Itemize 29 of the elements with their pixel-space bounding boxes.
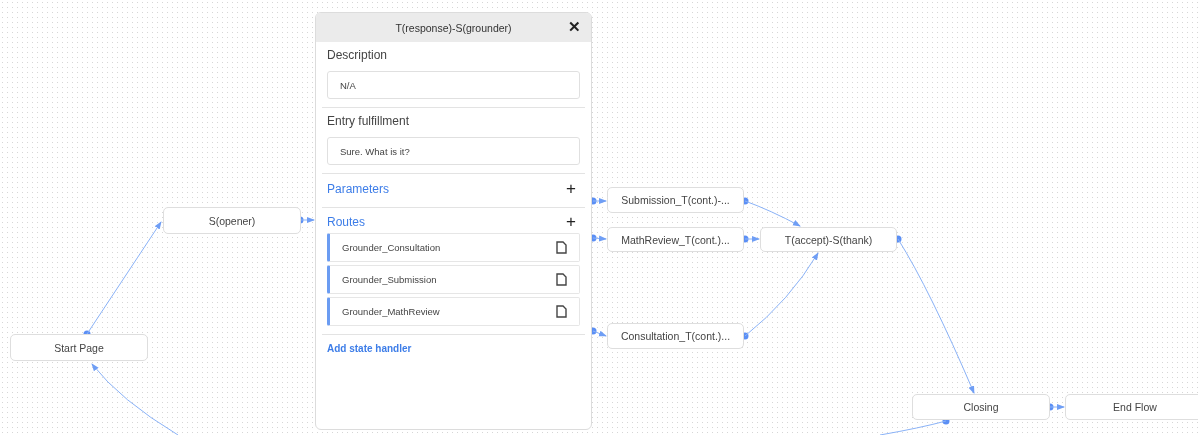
- section-label: Description: [327, 48, 389, 62]
- flow-node[interactable]: Start Page: [10, 334, 148, 361]
- flow-node[interactable]: Closing: [912, 394, 1050, 420]
- section-link[interactable]: Parameters: [327, 182, 390, 196]
- connector-arrow: [589, 197, 607, 205]
- connector-arrow: [741, 235, 760, 243]
- add-state-handler-link[interactable]: Add state handler: [327, 343, 580, 354]
- add-button[interactable]: +: [562, 214, 580, 230]
- document-icon: [556, 241, 567, 254]
- connector-arrow: [589, 327, 607, 337]
- flow-node[interactable]: Consultation_T(cont.)...: [607, 323, 744, 349]
- connector-arrow: [589, 234, 607, 242]
- document-icon: [556, 305, 567, 318]
- flow-node[interactable]: End Flow: [1065, 394, 1198, 420]
- route-item[interactable]: Grounder_Submission: [327, 265, 580, 294]
- section-link[interactable]: Routes: [327, 215, 366, 229]
- flow-node[interactable]: T(accept)-S(thank): [760, 227, 897, 252]
- flow-node[interactable]: S(opener): [163, 207, 301, 234]
- flow-node[interactable]: MathReview_T(cont.)...: [607, 227, 744, 252]
- panel-title: T(response)-S(grounder): [395, 21, 512, 34]
- add-button[interactable]: +: [562, 181, 580, 197]
- route-item[interactable]: Grounder_MathReview: [327, 297, 580, 326]
- close-button[interactable]: ✕: [566, 18, 583, 36]
- text-field[interactable]: N/A: [327, 71, 580, 99]
- text-field[interactable]: Sure. What is it?: [327, 137, 580, 165]
- flow-node[interactable]: Submission_T(cont.)-...: [607, 187, 744, 213]
- route-item[interactable]: Grounder_Consultation: [327, 233, 580, 262]
- document-icon: [556, 273, 567, 286]
- section-label: Entry fulfillment: [327, 114, 411, 128]
